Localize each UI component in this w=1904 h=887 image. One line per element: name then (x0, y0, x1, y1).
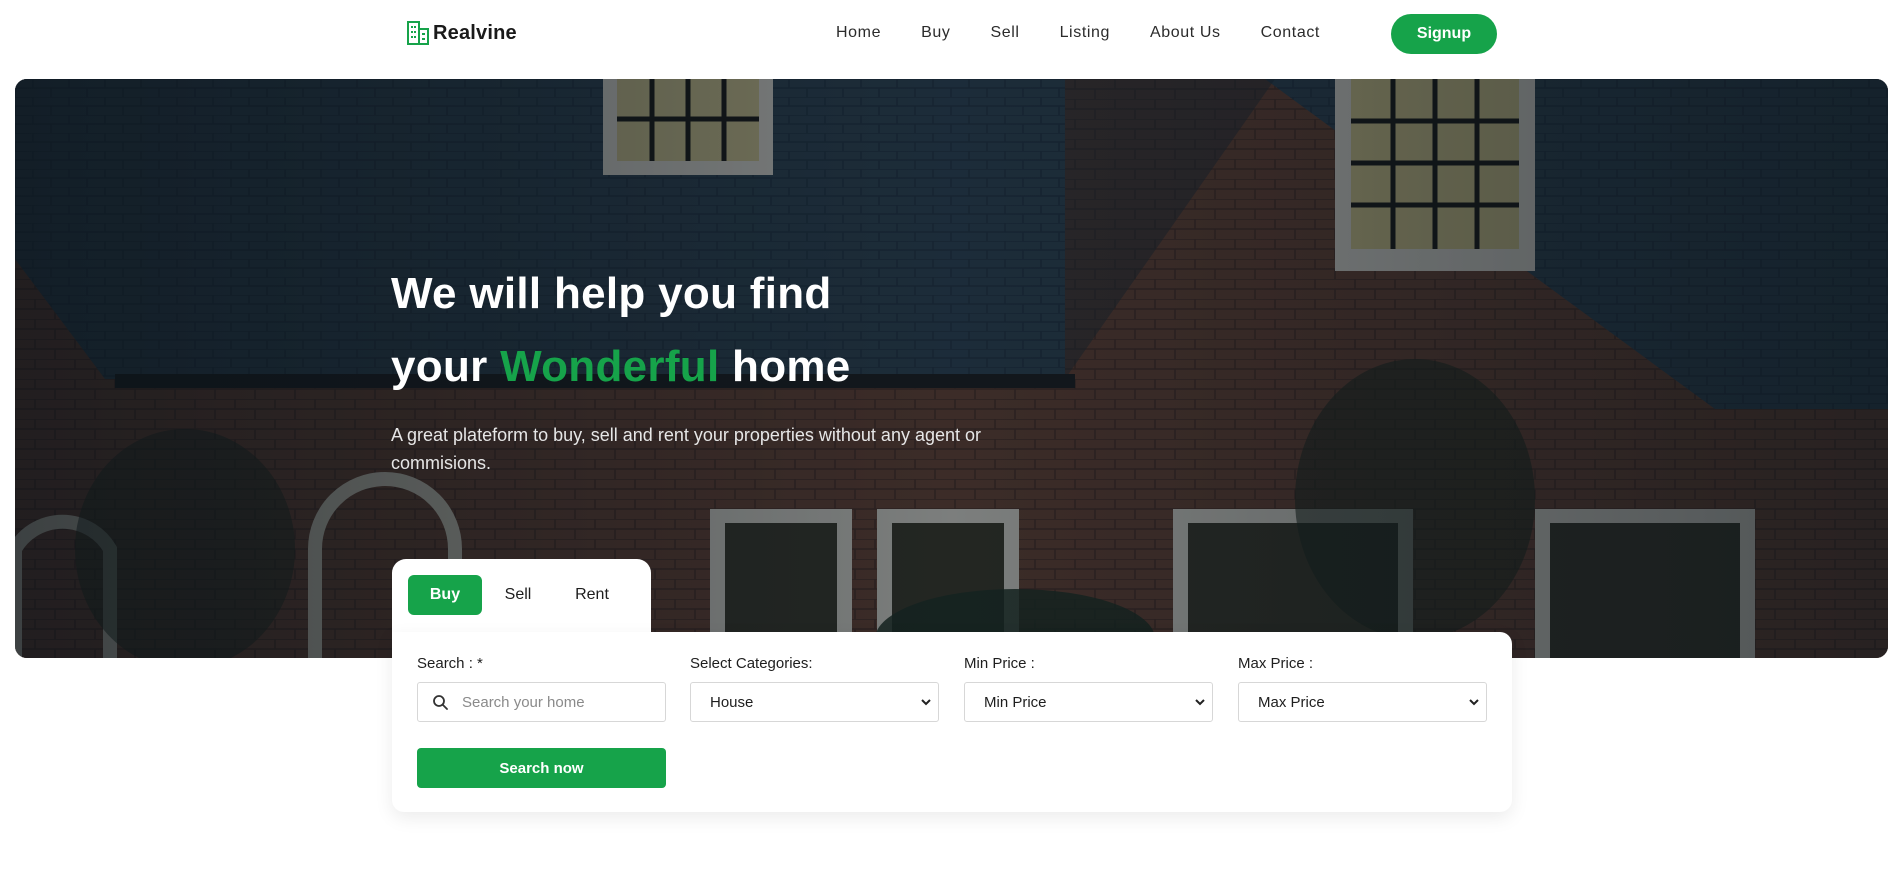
tab-rent[interactable]: Rent (556, 575, 628, 615)
search-label: Search : * (417, 655, 483, 672)
min-price-label: Min Price : (964, 655, 1035, 672)
hero-title-suffix: home (719, 342, 851, 391)
nav-link-buy[interactable]: Buy (921, 24, 950, 42)
hero-title-prefix: your (391, 342, 501, 391)
chevron-down-icon (1195, 699, 1205, 706)
brand-name: Realvine (433, 21, 517, 44)
chevron-down-icon (921, 699, 931, 706)
nav-link-contact[interactable]: Contact (1261, 24, 1320, 42)
max-price-value: Max Price (1258, 693, 1325, 711)
max-price-select[interactable]: Max Price (1238, 682, 1487, 722)
categories-label: Select Categories: (690, 655, 813, 672)
nav-link-home[interactable]: Home (836, 24, 881, 42)
tab-buy[interactable]: Buy (408, 575, 482, 615)
search-placeholder: Search your home (462, 693, 585, 711)
main-nav: Home Buy Sell Listing About Us Contact (836, 24, 1360, 42)
nav-link-sell[interactable]: Sell (990, 24, 1019, 42)
brand-logo[interactable]: Realvine (407, 21, 517, 45)
search-icon (433, 695, 448, 710)
categories-value: House (710, 693, 754, 711)
hero-title-accent: Wonderful (500, 342, 720, 391)
max-price-label: Max Price : (1238, 655, 1314, 672)
signup-button[interactable]: Signup (1391, 14, 1497, 54)
hero-title: We will help you find your Wonderful hom… (391, 257, 1091, 403)
chevron-down-icon (1469, 699, 1479, 706)
hero-banner: We will help you find your Wonderful hom… (15, 79, 1888, 658)
top-navbar: Realvine Home Buy Sell Listing About Us … (0, 0, 1904, 72)
hero-subtitle: A great plateform to buy, sell and rent … (391, 425, 982, 473)
search-now-button[interactable]: Search now (417, 748, 666, 788)
search-tabs: Buy Sell Rent (392, 559, 651, 632)
nav-link-about-us[interactable]: About Us (1150, 24, 1221, 42)
building-icon (407, 21, 429, 45)
nav-link-listing[interactable]: Listing (1060, 24, 1110, 42)
min-price-value: Min Price (984, 693, 1047, 711)
search-input[interactable]: Search your home (417, 682, 666, 722)
tab-sell[interactable]: Sell (490, 575, 546, 615)
categories-select[interactable]: House (690, 682, 939, 722)
hero-title-line1: We will help you find (391, 269, 832, 318)
min-price-select[interactable]: Min Price (964, 682, 1213, 722)
search-card: Search : * Search your home Select Categ… (392, 632, 1512, 812)
